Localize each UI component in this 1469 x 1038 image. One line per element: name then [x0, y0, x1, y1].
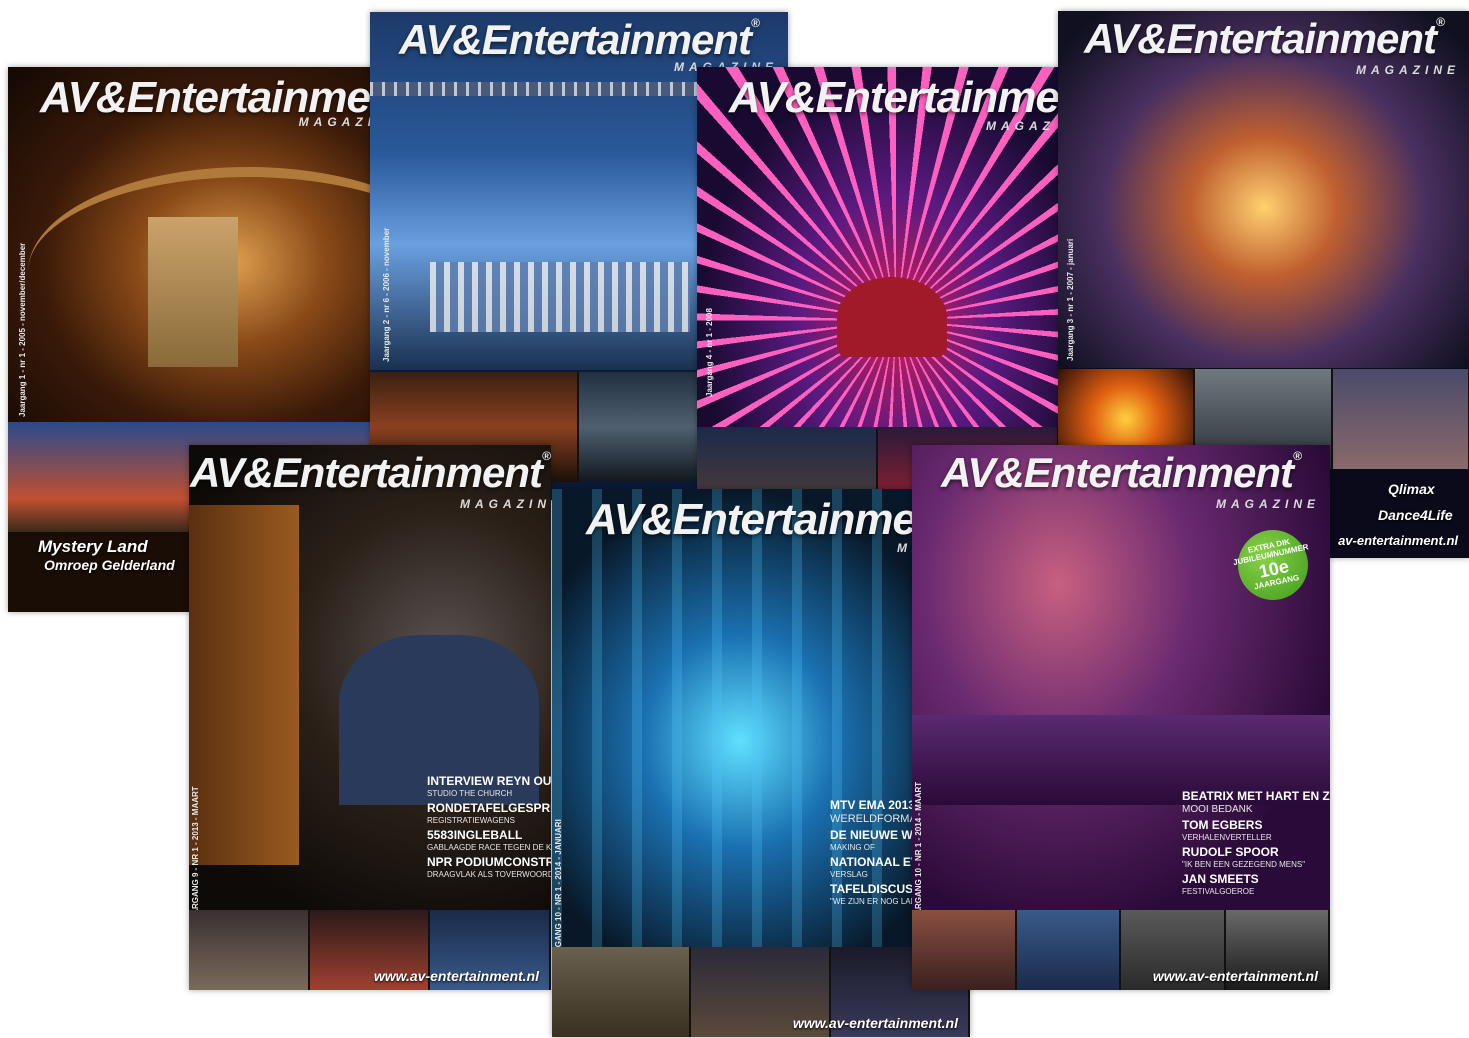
cover-url: www.av-entertainment.nl — [373, 968, 539, 984]
registered-mark: ® — [1436, 15, 1445, 29]
strip-photo-studio — [189, 910, 310, 990]
cover-caption: Omroep Gelderland — [44, 557, 175, 573]
cover-masthead: AV&Entertainment® — [1058, 15, 1469, 63]
cover-spine-text: JAARGANG 10 - NR 1 - 2014 - MAART — [914, 781, 923, 925]
cover-spine-text: JAARGANG 9 - NR 1 - 2013 - MAART — [191, 786, 200, 925]
magazine-cover-2008: AV&Entertainme MAGAZ Jaargang 4 - nr 1 -… — [697, 67, 1059, 499]
masthead-title: AV&Entertainment — [190, 449, 543, 496]
cover-headlines: BEATRIX MET HART EN ZIEL MOOI BEDANK TOM… — [1182, 789, 1330, 900]
cover-url: av-entertainment.nl — [1338, 533, 1458, 548]
cover-caption: Dance4Life — [1378, 507, 1453, 523]
cover-url: www.av-entertainment.nl — [792, 1015, 958, 1031]
headline-subtitle: GABLAAGDE RACE TEGEN DE KLOK — [427, 842, 551, 852]
headline-title: BEATRIX MET HART EN ZIEL — [1182, 789, 1330, 803]
masthead-title: AV&Entertainment — [1084, 15, 1437, 62]
organ-cabinet — [189, 505, 299, 865]
masthead-subtitle: MAGAZI — [298, 115, 376, 129]
cover-masthead: AV&Entertainme — [729, 73, 1059, 123]
cover-masthead: AV&Entertainment® — [189, 449, 551, 497]
headline-title: RONDETAFELGESPREK — [427, 800, 551, 815]
headline-subtitle: FESTIVALGOEROE — [1182, 887, 1255, 897]
registered-mark: ® — [542, 449, 551, 463]
stage-emblem — [837, 277, 947, 357]
masthead-subtitle: MAGAZIN — [460, 497, 551, 511]
masthead-title: AV&Entertainment — [941, 449, 1294, 496]
performers-row — [430, 262, 690, 332]
magazine-cover-2014-januari: AV&Entertainme MAGAZ JAARGANG 10 - NR 1 … — [552, 489, 970, 1037]
headline-subtitle: MOOI BEDANK — [1182, 803, 1253, 815]
cover-spine-text: Jaargang 3 - nr 1 - 2007 - januari — [1066, 238, 1075, 361]
headline-subtitle: STUDIO THE CHURCH — [427, 788, 513, 798]
headline-title: RUDOLF SPOOR — [1182, 845, 1279, 860]
headline-subtitle: DRAAGVLAK ALS TOVERWOORD — [427, 869, 551, 879]
headline-subtitle: REGISTRATIEWAGENS — [427, 815, 516, 825]
registered-mark: ® — [751, 16, 760, 30]
cover-headlines: INTERVIEW REYN OUWEHA STUDIO THE CHURCH … — [427, 774, 551, 883]
registered-mark: ® — [1293, 449, 1302, 463]
masthead-subtitle: MAGAZINE — [1216, 497, 1320, 511]
magazine-cover-2013: AV&Entertainment® MAGAZIN JAARGANG 9 - N… — [189, 445, 551, 990]
strip-photo-portrait — [912, 910, 1017, 990]
cover-caption: Qlimax — [1388, 481, 1435, 497]
masthead-subtitle: MAGAZ — [986, 119, 1055, 133]
headline-subtitle: VERHALENVERTELLER — [1182, 833, 1272, 843]
cover-caption: Mystery Land — [38, 537, 148, 556]
headline-title: 5583INGLEBALL — [427, 827, 523, 842]
cover-masthead: AV&Entertainment® — [912, 449, 1330, 497]
headline-title: NPR PODIUMCONSTRUCTIES — [427, 854, 551, 869]
headline-title: INTERVIEW REYN OUWEHA — [427, 774, 551, 788]
cover-spine-text: Jaargang 2 - nr 6 - 2006 - november — [382, 227, 391, 362]
headline-subtitle: "IK BEN EEN GEZEGEND MENS" — [1182, 860, 1306, 870]
masthead-title: AV&Entertainme — [729, 73, 1059, 122]
magazine-cover-2014-maart: AV&Entertainment® MAGAZINE EXTRA DIK JUB… — [912, 445, 1330, 990]
headline-title: TOM EGBERS — [1182, 818, 1263, 833]
masthead-title: AV&Entertainme — [586, 495, 917, 544]
cover-spine-text: Jaargang 4 - nr 1 - 2008 — [705, 308, 714, 397]
cover-spine-text: Jaargang 1 - nr 1 - 2005 - november/dece… — [18, 242, 27, 417]
cover-url: www.av-entertainment.nl — [1152, 968, 1318, 984]
masthead-title: AV&Entertainment — [399, 16, 752, 63]
strip-photo-ruins — [552, 947, 692, 1037]
cover-masthead: AV&Entertainment® — [370, 16, 788, 64]
headline-title: JAN SMEETS — [1182, 872, 1259, 887]
masthead-subtitle: MAGAZINE — [1356, 63, 1460, 77]
strip-photo-presenter — [1016, 910, 1121, 990]
strip-photo-crowd — [1332, 369, 1469, 469]
